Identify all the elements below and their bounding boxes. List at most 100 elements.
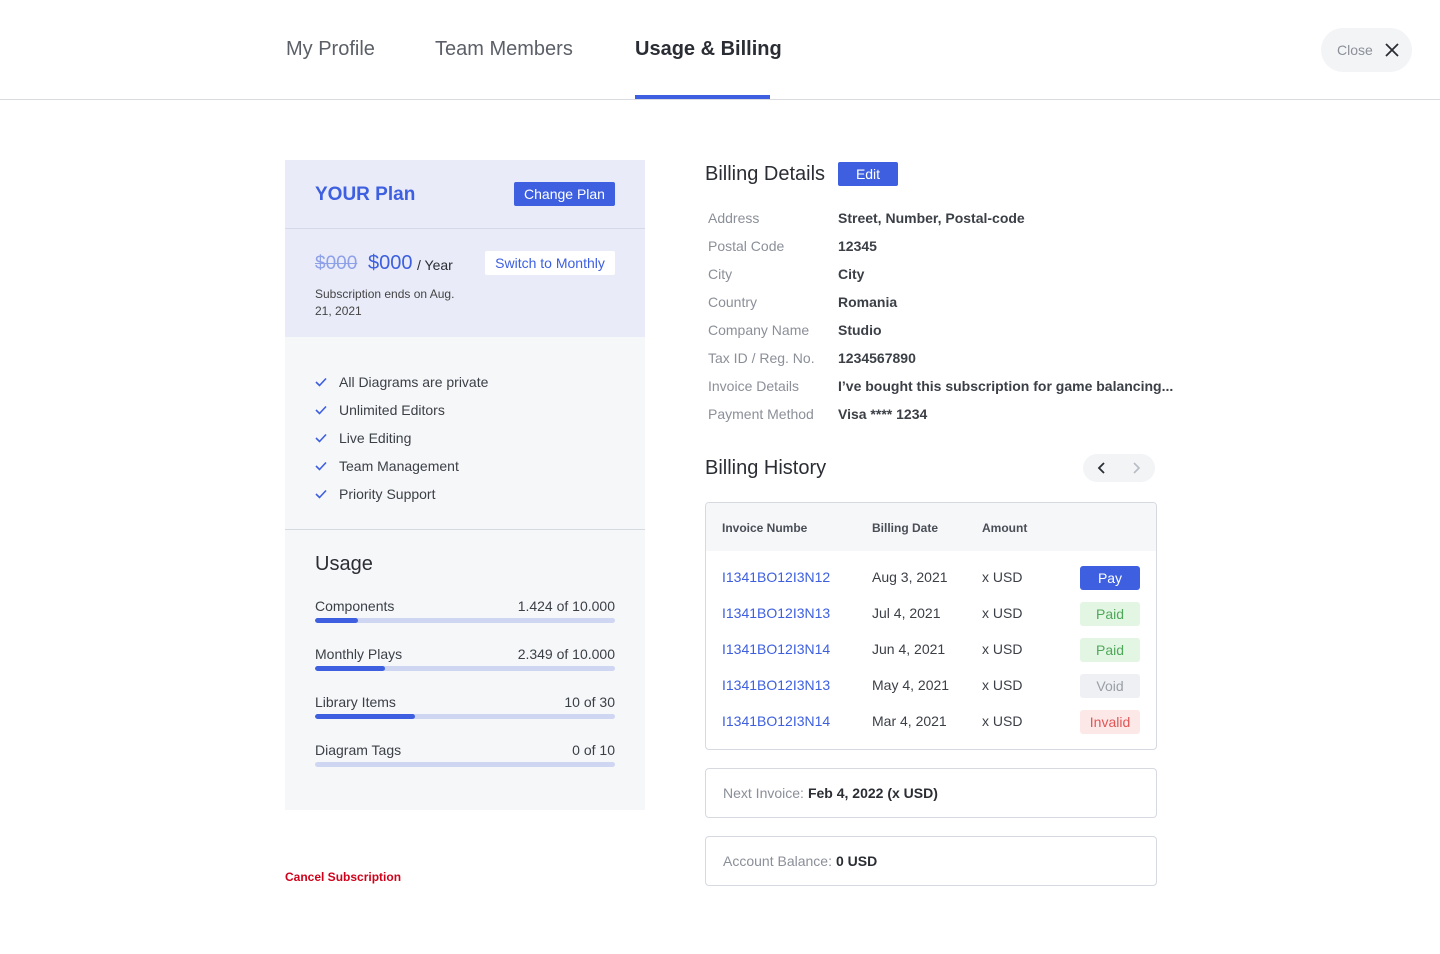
billing-period: / Year	[417, 257, 453, 273]
plan-header: YOUR Plan Change Plan	[285, 160, 645, 229]
history-pager	[1083, 454, 1155, 482]
feature-label: All Diagrams are private	[339, 374, 489, 390]
invoice-number-link[interactable]: I1341BO12I3N14	[722, 641, 830, 657]
detail-key: Address	[708, 210, 760, 226]
table-row: I1341BO12I3N12 Aug 3, 2021 x USD Pay	[706, 560, 1156, 596]
detail-value: Studio	[838, 322, 882, 338]
check-icon	[315, 405, 327, 415]
next-invoice-value: Feb 4, 2022 (x USD)	[807, 785, 938, 801]
billing-date: May 4, 2021	[872, 677, 950, 693]
invoice-number-link[interactable]: I1341BO12I3N13	[722, 605, 830, 621]
status-badge: Invalid	[1080, 710, 1140, 734]
close-button[interactable]: Close	[1321, 28, 1412, 72]
plan-card: YOUR Plan Change Plan $000 $000 / Year S…	[285, 160, 645, 810]
current-price: $000	[368, 252, 413, 274]
billing-history-table: Invoice Numbe Billing Date Amount I1341B…	[705, 502, 1157, 750]
usage-progress-fill	[315, 618, 358, 623]
detail-key: Company Name	[708, 322, 810, 338]
chevron-left-icon[interactable]	[1095, 461, 1109, 475]
tab-usage-billing[interactable]: Usage & Billing	[635, 38, 782, 61]
detail-value: Visa **** 1234	[838, 406, 928, 422]
feature-item: Live Editing	[315, 424, 488, 452]
detail-value: 12345	[838, 238, 877, 254]
amount: x USD	[982, 713, 1023, 729]
usage-title: Usage	[315, 553, 373, 575]
feature-item: All Diagrams are private	[315, 368, 488, 396]
detail-value: City	[838, 266, 865, 282]
table-row: I1341BO12I3N14 Jun 4, 2021 x USD Paid	[706, 632, 1156, 668]
status-badge: Void	[1080, 674, 1140, 698]
feature-label: Priority Support	[339, 486, 436, 502]
account-balance-box: Account Balance: 0 USD	[705, 836, 1157, 886]
check-icon	[315, 433, 327, 443]
status-badge: Paid	[1080, 638, 1140, 662]
invoice-number-link[interactable]: I1341BO12I3N13	[722, 677, 830, 693]
usage-progress-track	[315, 714, 615, 719]
detail-key: Payment Method	[708, 406, 814, 422]
billing-date: Aug 3, 2021	[872, 569, 948, 585]
column-billing-date: Billing Date	[872, 521, 939, 535]
usage-progress-track	[315, 618, 615, 623]
account-balance-label: Account Balance:	[723, 853, 832, 869]
detail-key: Invoice Details	[708, 378, 800, 394]
edit-billing-button[interactable]: Edit	[838, 162, 898, 186]
usage-value: 10 of 30	[564, 694, 615, 710]
column-amount: Amount	[982, 521, 1028, 535]
detail-value: Street, Number, Postal-code	[838, 210, 1025, 226]
usage-progress-track	[315, 666, 615, 671]
table-row: I1341BO12I3N13 May 4, 2021 x USD Void	[706, 668, 1156, 704]
billing-date: Jun 4, 2021	[872, 641, 946, 657]
feature-label: Team Management	[339, 458, 459, 474]
active-tab-indicator	[635, 95, 770, 99]
detail-key: Country	[708, 294, 758, 310]
detail-value: Romania	[838, 294, 898, 310]
feature-label: Live Editing	[339, 430, 412, 446]
plan-title: YOUR Plan	[315, 184, 416, 205]
status-badge: Paid	[1080, 602, 1140, 626]
detail-key: City	[708, 266, 733, 282]
check-icon	[315, 489, 327, 499]
price-area: $000 $000 / Year Switch to Monthly Subsc…	[285, 229, 645, 337]
top-bar: My Profile Team Members Usage & Billing …	[0, 0, 1440, 100]
detail-key: Postal Code	[708, 238, 785, 254]
next-invoice-label: Next Invoice:	[723, 785, 804, 801]
feature-item: Priority Support	[315, 480, 488, 508]
amount: x USD	[982, 569, 1023, 585]
billing-details-title: Billing Details	[705, 163, 826, 185]
cancel-subscription-link[interactable]: Cancel Subscription	[285, 870, 401, 884]
billing-history-title: Billing History	[705, 457, 827, 479]
usage-label: Monthly Plays	[315, 646, 403, 662]
usage-value: 2.349 of 10.000	[517, 646, 615, 662]
feature-label: Unlimited Editors	[339, 402, 445, 418]
invoice-number-link[interactable]: I1341BO12I3N12	[722, 569, 830, 585]
usage-value: 0 of 10	[572, 742, 615, 758]
amount: x USD	[982, 677, 1023, 693]
usage-label: Components	[315, 598, 395, 614]
detail-key: Tax ID / Reg. No.	[708, 350, 815, 366]
column-invoice-number: Invoice Numbe	[722, 521, 808, 535]
usage-progress-track	[315, 762, 615, 767]
change-plan-button[interactable]: Change Plan	[514, 182, 615, 206]
invoice-number-link[interactable]: I1341BO12I3N14	[722, 713, 830, 729]
close-label: Close	[1337, 42, 1373, 58]
tab-my-profile[interactable]: My Profile	[286, 38, 375, 61]
usage-progress-fill	[315, 666, 386, 671]
close-icon	[1385, 43, 1399, 57]
next-invoice-box: Next Invoice: Feb 4, 2022 (x USD)	[705, 768, 1157, 818]
amount: x USD	[982, 641, 1023, 657]
amount: x USD	[982, 605, 1023, 621]
tab-team-members[interactable]: Team Members	[435, 38, 573, 61]
usage-progress-fill	[315, 714, 415, 719]
old-price: $000	[315, 253, 358, 274]
table-header: Invoice Numbe Billing Date Amount	[706, 503, 1156, 551]
billing-date: Mar 4, 2021	[872, 713, 947, 729]
check-icon	[315, 461, 327, 471]
usage-value: 1.424 of 10.000	[517, 598, 615, 614]
detail-value: I’ve bought this subscription for game b…	[838, 378, 1174, 394]
chevron-right-icon[interactable]	[1129, 461, 1143, 475]
feature-list: All Diagrams are private Unlimited Editor…	[315, 368, 488, 508]
check-icon	[315, 377, 327, 387]
switch-to-monthly-button[interactable]: Switch to Monthly	[485, 251, 615, 275]
pay-button[interactable]: Pay	[1080, 566, 1140, 590]
detail-value: 1234567890	[838, 350, 916, 366]
